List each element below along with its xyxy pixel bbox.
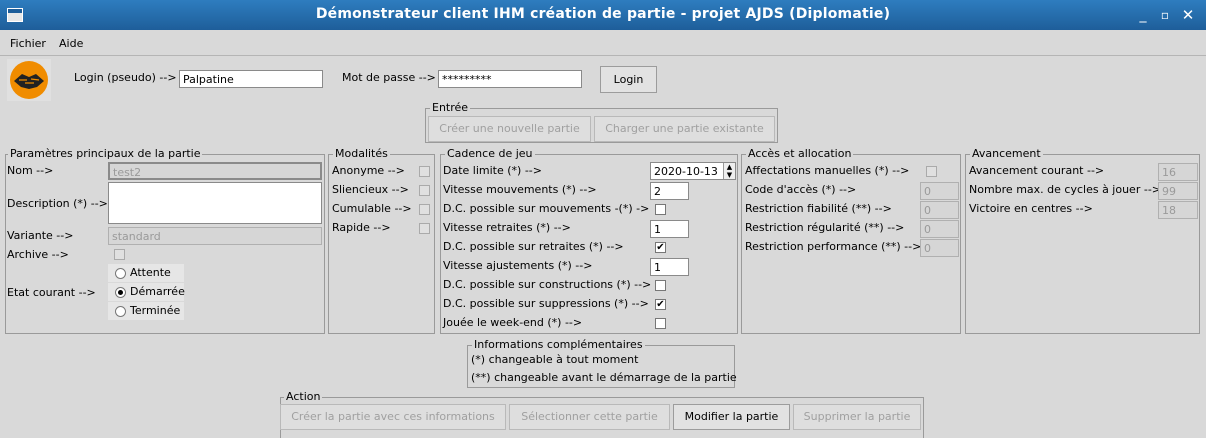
- fiab-input[interactable]: 0: [920, 201, 959, 219]
- vit-retr-input[interactable]: 1: [650, 220, 689, 238]
- silencieux-label: Sliencieux -->: [332, 183, 409, 196]
- infos-title: Informations complémentaires: [472, 338, 645, 351]
- password-label: Mot de passe -->: [342, 71, 436, 84]
- menu-fichier[interactable]: Fichier: [10, 37, 46, 50]
- login-input[interactable]: Palpatine: [179, 70, 323, 88]
- cumulable-label: Cumulable -->: [332, 202, 412, 215]
- variante-input[interactable]: standard: [108, 227, 322, 245]
- cadence-title: Cadence de jeu: [445, 147, 535, 160]
- avancement-title: Avancement: [970, 147, 1043, 160]
- code-label: Code d'accès (*) -->: [745, 183, 857, 196]
- nom-label: Nom -->: [7, 164, 54, 177]
- dc-constr-label: D.C. possible sur constructions (*) -->: [443, 278, 652, 291]
- modalites-group: [328, 154, 435, 334]
- perf-input[interactable]: 0: [920, 239, 959, 257]
- vit-ajust-label: Vitesse ajustements (*) -->: [443, 259, 593, 272]
- description-label: Description (*) -->: [7, 197, 108, 210]
- regul-label: Restriction régularité (**) -->: [745, 221, 905, 234]
- silencieux-checkbox[interactable]: [419, 185, 430, 196]
- anonyme-checkbox[interactable]: [419, 166, 430, 177]
- infos-line1: (*) changeable à tout moment: [471, 353, 639, 366]
- anonyme-label: Anonyme -->: [332, 164, 405, 177]
- title-bar: Démonstrateur client IHM création de par…: [0, 0, 1206, 30]
- delete-game-button[interactable]: Supprimer la partie: [793, 404, 921, 430]
- description-textarea[interactable]: [108, 182, 322, 224]
- variante-label: Variante -->: [7, 229, 74, 242]
- courant-input[interactable]: 16: [1158, 163, 1198, 181]
- date-spinner[interactable]: ▲ ▼: [723, 163, 735, 179]
- close-button[interactable]: ✕: [1179, 6, 1197, 24]
- courant-label: Avancement courant -->: [969, 164, 1105, 177]
- menu-bar: [0, 30, 1206, 56]
- dc-suppr-label: D.C. possible sur suppressions (*) -->: [443, 297, 649, 310]
- dc-suppr-checkbox[interactable]: ✔: [655, 299, 666, 310]
- etat-terminee-label: Terminée: [130, 304, 181, 317]
- weekend-label: Jouée le week-end (*) -->: [443, 316, 583, 329]
- cumulable-checkbox[interactable]: [419, 204, 430, 215]
- password-input[interactable]: *********: [438, 70, 582, 88]
- weekend-checkbox[interactable]: [655, 318, 666, 329]
- vit-ajust-input[interactable]: 1: [650, 258, 689, 276]
- cycles-input[interactable]: 99: [1158, 182, 1198, 200]
- minimize-button[interactable]: _: [1134, 6, 1152, 24]
- params-title: Paramètres principaux de la partie: [8, 147, 203, 160]
- etat-demarree-label: Démarrée: [130, 285, 185, 298]
- archive-label: Archive -->: [7, 248, 69, 261]
- regul-input[interactable]: 0: [920, 220, 959, 238]
- modalites-title: Modalités: [333, 147, 390, 160]
- vit-mouv-input[interactable]: 2: [650, 182, 689, 200]
- rapide-checkbox[interactable]: [419, 223, 430, 234]
- create-game-button[interactable]: Créer la partie avec ces informations: [280, 404, 506, 430]
- login-button[interactable]: Login: [600, 66, 657, 93]
- load-game-button[interactable]: Charger une partie existante: [594, 116, 775, 142]
- dc-mouv-checkbox[interactable]: [655, 204, 666, 215]
- victoire-input[interactable]: 18: [1158, 201, 1198, 219]
- dc-retr-checkbox[interactable]: ✔: [655, 242, 666, 253]
- cycles-label: Nombre max. de cycles à jouer -->: [969, 183, 1162, 196]
- fiab-label: Restriction fiabilité (**) -->: [745, 202, 892, 215]
- etat-terminee-radio[interactable]: [115, 306, 126, 317]
- entree-title: Entrée: [430, 101, 471, 114]
- affect-checkbox[interactable]: [926, 166, 937, 177]
- code-input[interactable]: 0: [920, 182, 959, 200]
- avancement-group: [965, 154, 1200, 334]
- victoire-label: Victoire en centres -->: [969, 202, 1093, 215]
- dc-retr-label: D.C. possible sur retraites (*) -->: [443, 240, 624, 253]
- etat-attente-radio[interactable]: [115, 268, 126, 279]
- vit-retr-label: Vitesse retraites (*) -->: [443, 221, 571, 234]
- infos-line2: (**) changeable avant le démarrage de la…: [471, 371, 737, 384]
- handshake-logo-icon: [7, 59, 51, 101]
- select-game-button[interactable]: Sélectionner cette partie: [509, 404, 670, 430]
- new-game-button[interactable]: Créer une nouvelle partie: [428, 116, 591, 142]
- window-title: Démonstrateur client IHM création de par…: [315, 6, 891, 22]
- dc-constr-checkbox[interactable]: [655, 280, 666, 291]
- action-title: Action: [284, 390, 323, 403]
- login-label: Login (pseudo) -->: [74, 71, 177, 84]
- perf-label: Restriction performance (**) -->: [745, 240, 922, 253]
- rapide-label: Rapide -->: [332, 221, 391, 234]
- maximize-button[interactable]: ▫: [1156, 6, 1174, 24]
- affect-label: Affectations manuelles (*) -->: [745, 164, 910, 177]
- acces-title: Accès et allocation: [746, 147, 854, 160]
- etat-demarree-radio[interactable]: [115, 287, 126, 298]
- archive-checkbox[interactable]: [114, 249, 125, 260]
- vit-mouv-label: Vitesse mouvements (*) -->: [443, 183, 597, 196]
- modify-game-button[interactable]: Modifier la partie: [673, 404, 790, 430]
- etat-attente-label: Attente: [130, 266, 171, 279]
- etat-label: Etat courant -->: [7, 286, 96, 299]
- date-limite-label: Date limite (*) -->: [443, 164, 542, 177]
- nom-input[interactable]: test2: [108, 162, 322, 180]
- dc-mouv-label: D.C. possible sur mouvements -(*) ->: [443, 202, 650, 215]
- menu-aide[interactable]: Aide: [59, 37, 83, 50]
